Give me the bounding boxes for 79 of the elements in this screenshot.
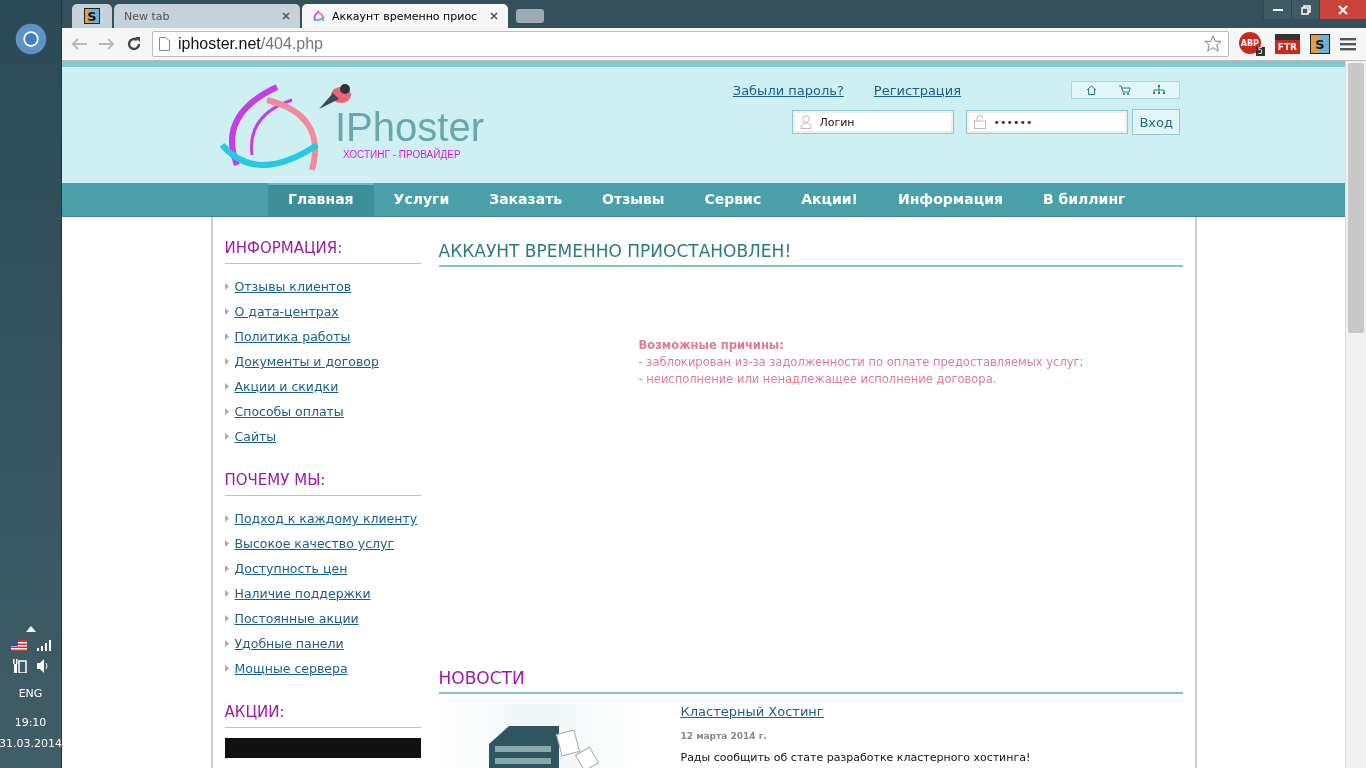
minimize-icon [1272, 8, 1283, 11]
sidebar-link[interactable]: Удобные панели [234, 636, 344, 651]
star-icon[interactable] [1203, 35, 1222, 53]
home-icon[interactable] [1086, 85, 1097, 95]
sidebar-link[interactable]: Подход к каждому клиенту [234, 511, 418, 526]
browser-tab[interactable]: Аккаунт временно приос [302, 4, 508, 28]
triangle-bullet-icon [224, 433, 229, 440]
close-window-button[interactable] [1319, 0, 1366, 19]
reload-icon[interactable] [126, 36, 142, 52]
cart-icon[interactable] [1119, 85, 1131, 95]
close-icon [1338, 4, 1348, 15]
battery-icon[interactable] [12, 659, 27, 673]
triangle-bullet-icon [224, 408, 229, 415]
triangle-bullet-icon [224, 540, 229, 547]
sitemap-icon[interactable] [1153, 85, 1165, 95]
login-field[interactable]: Логин [792, 110, 955, 134]
signal-icon[interactable] [36, 640, 51, 651]
reasons-heading: Возможные причины: [638, 337, 785, 354]
favicon-logo: S [84, 8, 100, 24]
header-link[interactable]: Регистрация [873, 82, 961, 98]
s-extension-button[interactable]: S [1310, 34, 1330, 54]
news-title-link[interactable]: Кластерный Хостинг [680, 704, 1031, 719]
triangle-bullet-icon [224, 665, 229, 672]
restore-button[interactable] [1291, 0, 1319, 19]
ftr-extension-button[interactable]: FTR [1274, 34, 1300, 54]
page-heading: АККАУНТ ВРЕМЕННО ПРИОСТАНОВЛЕН! [438, 217, 1183, 267]
password-field[interactable]: •••••• [966, 110, 1129, 134]
address-bar[interactable]: iphoster.net/404.php [152, 31, 1229, 57]
swirl-icon [312, 9, 326, 23]
sidebar-heading: ИНФОРМАЦИЯ: [224, 239, 421, 264]
sidebar-link[interactable]: Документы и договор [234, 354, 379, 369]
language-indicator[interactable]: ENG [18, 687, 43, 700]
pinned-tab[interactable]: S [72, 4, 112, 28]
login-button[interactable]: Вход [1132, 109, 1180, 135]
triangle-bullet-icon [224, 515, 229, 522]
sidebar-link[interactable]: Политика работы [234, 329, 351, 344]
page-icon [159, 37, 170, 51]
sidebar-link[interactable]: О дата-центрах [234, 304, 339, 319]
news-text: Рады сообщить об стате разработке кластерного хостинга! [680, 751, 1031, 764]
triangle-bullet-icon [224, 383, 229, 390]
clock-time: 19:10 [14, 716, 47, 729]
reason-text: - неисполнение или ненадлежащее исполнение договора. [638, 371, 998, 388]
reason-text: - заблокирован из-за задолженности по оплате предоставляемых услуг; [638, 354, 1085, 371]
minimize-button[interactable] [1263, 0, 1291, 19]
browser-tab[interactable]: New tab [114, 4, 300, 28]
triangle-bullet-icon [224, 565, 229, 572]
close-icon[interactable] [490, 12, 498, 20]
clock-date: 31.03.2014 [0, 737, 62, 750]
news-date: 12 марта 2014 г. [680, 731, 768, 741]
flag-icon[interactable] [10, 640, 27, 651]
triangle-bullet-icon [224, 615, 229, 622]
header-link[interactable]: Забыли пароль? [732, 82, 844, 98]
speaker-icon[interactable] [36, 659, 49, 673]
news-heading: НОВОСТИ [438, 644, 1183, 694]
sidebar-link[interactable]: Отзывы клиентов [234, 279, 352, 294]
sidebar-link[interactable]: Доступность цен [234, 561, 348, 576]
sidebar-link[interactable]: Мощные сервера [234, 661, 348, 676]
sidebar-heading: АКЦИИ: [224, 703, 421, 728]
triangle-bullet-icon [224, 358, 229, 365]
sidebar-link[interactable]: Акции и скидки [234, 379, 339, 394]
browser-logo-icon[interactable] [13, 22, 48, 56]
menu-icon[interactable] [1340, 37, 1356, 51]
sidebar-link[interactable]: Сайты [234, 429, 277, 444]
close-icon[interactable] [282, 12, 290, 20]
triangle-bullet-icon [224, 308, 229, 315]
sidebar-link[interactable]: Высокое качество услуг [234, 536, 394, 551]
scrollbar[interactable] [1345, 61, 1366, 768]
sidebar-heading: ПОЧЕМУ МЫ: [224, 471, 421, 496]
sidebar-link[interactable]: Постоянные акции [234, 611, 359, 626]
triangle-bullet-icon [224, 283, 229, 290]
sidebar-link[interactable]: Способы оплаты [234, 404, 344, 419]
sidebar-link[interactable]: Наличие поддержки [234, 586, 371, 601]
triangle-bullet-icon [224, 333, 229, 340]
restore-icon [1300, 4, 1311, 15]
triangle-bullet-icon [224, 590, 229, 597]
caret-up-icon[interactable] [25, 626, 36, 632]
nav-item[interactable]: Главная [268, 182, 374, 216]
logo-tagline: ХОСТИНГ - ПРОВАЙДЕР [343, 149, 462, 161]
triangle-bullet-icon [224, 640, 229, 647]
